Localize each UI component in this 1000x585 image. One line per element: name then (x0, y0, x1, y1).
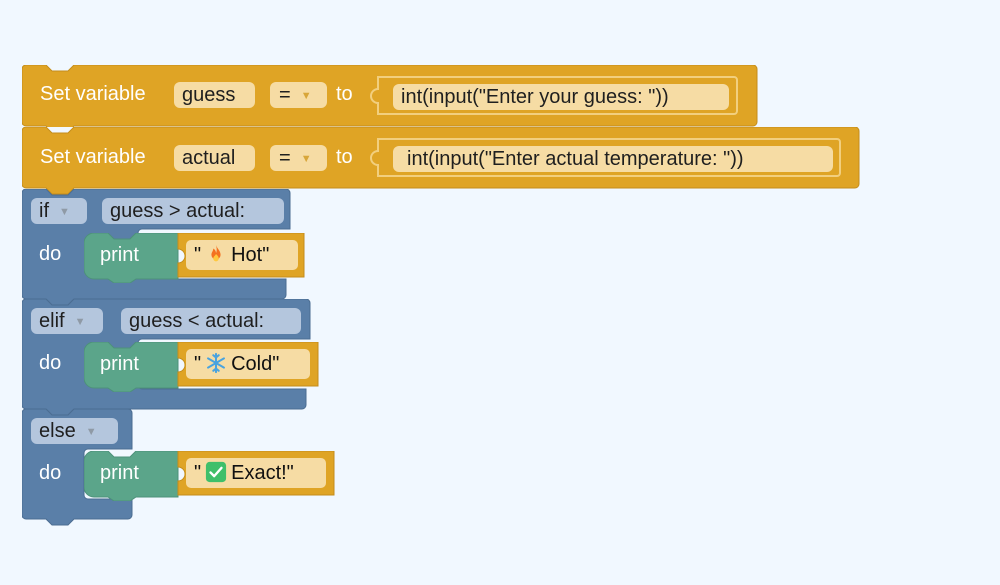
set-variable-guess-block[interactable]: Set variable guess = ▼ to int(input("Ente… (22, 65, 758, 127)
message-text: Hot" (231, 244, 270, 266)
expression-field[interactable]: int(input("Enter your guess: ")) (393, 84, 729, 110)
quote-mark: " (194, 462, 202, 484)
string-literal-field[interactable]: " Hot" (186, 240, 298, 270)
set-variable-label: Set variable (40, 83, 146, 105)
branch-keyword: if (39, 200, 49, 222)
operator-dropdown[interactable]: = ▼ (270, 145, 327, 171)
dropdown-arrow-icon: ▼ (300, 90, 312, 102)
operator-value: = (279, 147, 291, 169)
blockly-workspace[interactable]: Set variable guess = ▼ to int(input("Ente… (0, 0, 1000, 585)
print-cold-block[interactable]: print " Cold" (84, 342, 320, 392)
message-text: Exact!" (231, 462, 294, 484)
dropdown-arrow-icon: ▼ (85, 426, 97, 438)
branch-type-dropdown[interactable]: elif ▼ (31, 308, 103, 334)
condition-field[interactable]: guess < actual: (121, 308, 301, 334)
print-hot-block[interactable]: print " Hot" (84, 233, 306, 283)
do-label: do (39, 352, 62, 374)
print-label: print (100, 462, 139, 484)
snowflake-icon (207, 352, 226, 374)
variable-name-field[interactable]: actual (174, 145, 255, 171)
string-literal-field[interactable]: " Exact!" (186, 458, 326, 488)
operator-dropdown[interactable]: = ▼ (270, 82, 327, 108)
operator-value: = (279, 84, 291, 106)
print-exact-block[interactable]: print " Exact!" (84, 451, 336, 501)
print-label: print (100, 353, 139, 375)
expression-field[interactable]: int(input("Enter actual temperature: ")) (393, 146, 833, 172)
branch-keyword: elif (39, 310, 65, 332)
variable-name-field[interactable]: guess (174, 82, 255, 108)
branch-type-dropdown[interactable]: else ▼ (31, 418, 118, 444)
branch-type-dropdown[interactable]: if ▼ (31, 198, 87, 224)
to-label: to (336, 146, 353, 168)
quote-mark: " (194, 353, 202, 375)
do-label: do (39, 243, 62, 265)
quote-mark: " (194, 244, 202, 266)
string-literal-field[interactable]: " Cold" (186, 349, 310, 379)
condition-field[interactable]: guess > actual: (102, 198, 284, 224)
dropdown-arrow-icon: ▼ (59, 206, 70, 218)
fire-icon (211, 244, 221, 262)
dropdown-arrow-icon: ▼ (300, 153, 312, 165)
do-label: do (39, 462, 62, 484)
set-variable-actual-block[interactable]: Set variable actual = ▼ to int(input("Ent… (22, 127, 860, 195)
set-variable-label: Set variable (40, 146, 146, 168)
branch-keyword: else (39, 420, 76, 442)
to-label: to (336, 83, 353, 105)
dropdown-arrow-icon: ▼ (74, 316, 86, 328)
message-text: Cold" (231, 353, 280, 375)
print-label: print (100, 244, 139, 266)
check-box-icon (206, 461, 227, 483)
